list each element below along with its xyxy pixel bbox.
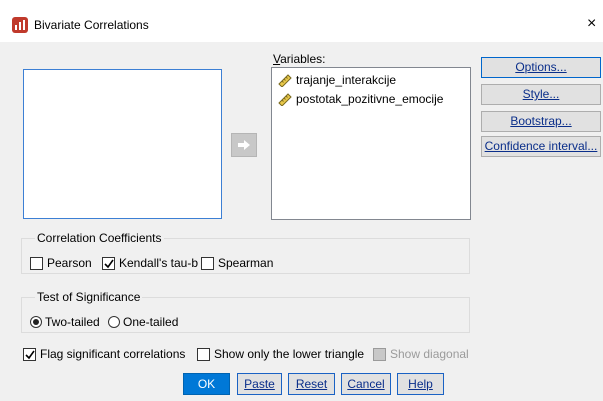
title-bar: Bivariate Correlations × <box>0 8 603 42</box>
variable-name: postotak_pozitivne_emocije <box>296 92 444 106</box>
show-diagonal-checkbox <box>373 348 386 361</box>
variable-name: trajanje_interakcije <box>296 73 397 87</box>
test-of-significance-group: Test of Significance Two-tailed One-tail… <box>21 290 470 333</box>
group-title: Correlation Coefficients <box>35 231 164 245</box>
paste-button[interactable]: Paste <box>237 373 282 395</box>
help-button[interactable]: Help <box>397 373 444 395</box>
two-tailed-radio[interactable] <box>30 316 42 328</box>
one-tailed-radio[interactable] <box>108 316 120 328</box>
bootstrap-button[interactable]: Bootstrap... <box>481 111 601 132</box>
options-button[interactable]: Options... <box>481 57 601 78</box>
variables-label: Variables: <box>273 52 326 66</box>
ok-button[interactable]: OK <box>183 373 230 395</box>
correlation-coefficients-group: Correlation Coefficients Pearson Kendall… <box>21 231 470 274</box>
reset-button[interactable]: Reset <box>288 373 335 395</box>
variables-list[interactable]: trajanje_interakcije postotak_pozitivne_… <box>271 67 471 220</box>
one-tailed-label: One-tailed <box>123 315 179 329</box>
pearson-checkbox[interactable] <box>30 257 43 270</box>
group-title: Test of Significance <box>35 290 143 304</box>
window-title: Bivariate Correlations <box>34 18 149 32</box>
lower-triangle-label: Show only the lower triangle <box>214 347 365 361</box>
cancel-button[interactable]: Cancel <box>341 373 391 395</box>
pearson-label: Pearson <box>47 256 92 270</box>
flag-significant-label: Flag significant correlations <box>40 347 186 361</box>
checkmark-icon <box>25 350 35 360</box>
two-tailed-label: Two-tailed <box>45 315 100 329</box>
style-button[interactable]: Style... <box>481 84 601 105</box>
spss-app-icon <box>12 17 28 33</box>
flag-significant-checkbox[interactable] <box>23 348 36 361</box>
source-variable-list[interactable] <box>23 69 222 219</box>
lower-triangle-checkbox[interactable] <box>197 348 210 361</box>
confidence-interval-button[interactable]: Confidence interval... <box>481 136 601 157</box>
move-right-arrow-icon <box>238 140 250 150</box>
show-diagonal-label: Show diagonal <box>390 347 469 361</box>
spearman-label: Spearman <box>218 256 274 270</box>
scale-ruler-icon <box>278 74 292 87</box>
close-icon[interactable]: × <box>587 14 601 34</box>
move-variable-button[interactable] <box>231 133 257 157</box>
kendall-checkbox[interactable] <box>102 257 115 270</box>
kendall-label: Kendall's tau-b <box>119 256 199 270</box>
checkmark-icon <box>104 259 114 269</box>
spearman-checkbox[interactable] <box>201 257 214 270</box>
scale-ruler-icon <box>278 93 292 106</box>
